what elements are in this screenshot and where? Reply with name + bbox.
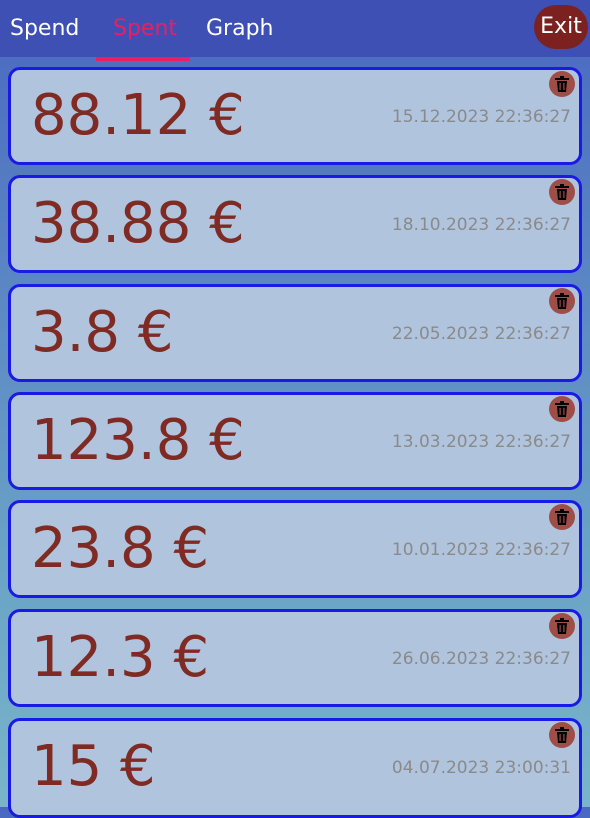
- trash-icon: [555, 184, 569, 200]
- delete-button[interactable]: [549, 396, 575, 422]
- exit-button[interactable]: Exit: [534, 5, 588, 49]
- expense-amount: 12.3 €: [31, 625, 210, 690]
- trash-icon: [555, 509, 569, 525]
- expense-list[interactable]: 88.12 € 15.12.2023 22:36:27 38.88 € 18.1…: [0, 61, 590, 818]
- expense-amount: 123.8 €: [31, 408, 245, 473]
- expense-amount: 88.12 €: [31, 83, 245, 148]
- tab-spend[interactable]: Spend: [10, 15, 79, 43]
- tab-spent[interactable]: Spent: [113, 15, 177, 43]
- tab-graph[interactable]: Graph: [206, 15, 273, 43]
- trash-icon: [555, 727, 569, 743]
- expense-amount: 38.88 €: [31, 191, 245, 256]
- expense-timestamp: 13.03.2023 22:36:27: [391, 432, 571, 452]
- expense-timestamp: 22.05.2023 22:36:27: [391, 324, 571, 344]
- expense-card: 123.8 € 13.03.2023 22:36:27: [8, 392, 582, 490]
- expense-card: 15 € 04.07.2023 23:00:31: [8, 718, 582, 818]
- expense-timestamp: 26.06.2023 22:36:27: [391, 649, 571, 669]
- expense-card: 12.3 € 26.06.2023 22:36:27: [8, 609, 582, 707]
- expense-amount: 15 €: [31, 734, 156, 799]
- top-tab-bar: Spend Spent Graph Exit: [0, 0, 590, 57]
- trash-icon: [555, 76, 569, 92]
- delete-button[interactable]: [549, 613, 575, 639]
- expense-amount: 23.8 €: [31, 516, 210, 581]
- delete-button[interactable]: [549, 504, 575, 530]
- expense-card: 23.8 € 10.01.2023 22:36:27: [8, 500, 582, 598]
- delete-button[interactable]: [549, 288, 575, 314]
- delete-button[interactable]: [549, 722, 575, 748]
- trash-icon: [555, 293, 569, 309]
- trash-icon: [555, 618, 569, 634]
- expense-timestamp: 15.12.2023 22:36:27: [391, 107, 571, 127]
- expense-card: 88.12 € 15.12.2023 22:36:27: [8, 67, 582, 165]
- expense-card: 3.8 € 22.05.2023 22:36:27: [8, 284, 582, 382]
- expense-amount: 3.8 €: [31, 300, 174, 365]
- expense-timestamp: 18.10.2023 22:36:27: [391, 215, 571, 235]
- expense-card: 38.88 € 18.10.2023 22:36:27: [8, 175, 582, 273]
- expense-timestamp: 10.01.2023 22:36:27: [391, 540, 571, 560]
- expense-timestamp: 04.07.2023 23:00:31: [391, 758, 571, 778]
- trash-icon: [555, 401, 569, 417]
- delete-button[interactable]: [549, 179, 575, 205]
- delete-button[interactable]: [549, 71, 575, 97]
